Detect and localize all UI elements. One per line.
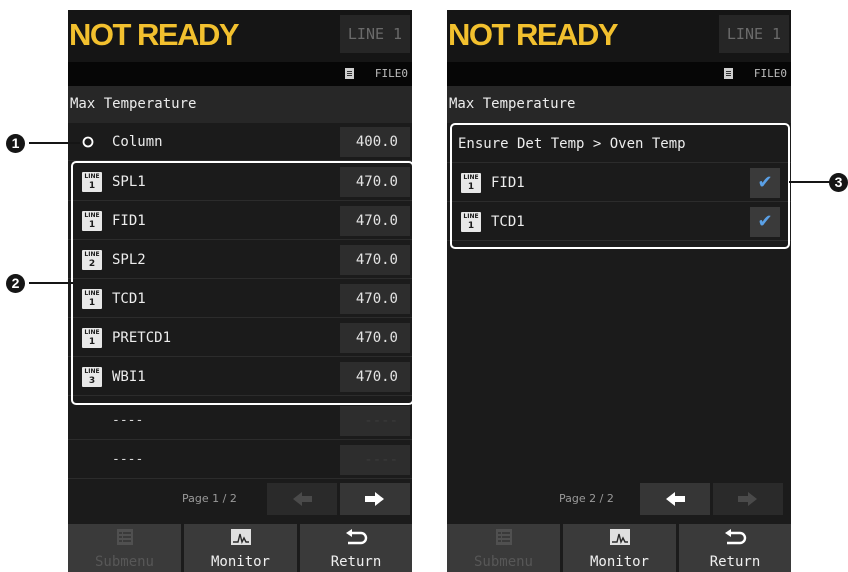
callout-3: 3 <box>829 173 848 192</box>
callout-2: 2 <box>6 274 25 293</box>
annotation-layer <box>29 123 834 405</box>
highlight-frame-3 <box>450 123 790 249</box>
highlight-frame-2 <box>71 161 414 405</box>
callout-1: 1 <box>6 134 25 153</box>
